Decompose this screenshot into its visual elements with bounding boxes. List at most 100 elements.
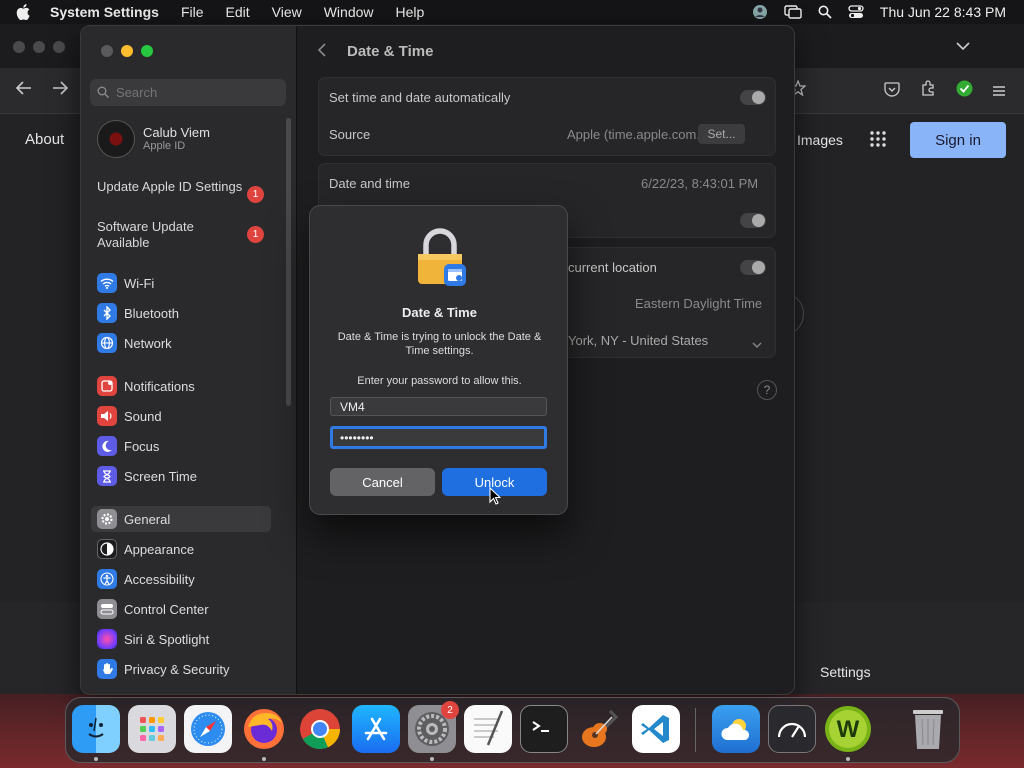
location-label: current location [568, 260, 657, 275]
chrome-icon[interactable] [296, 705, 344, 753]
dialog-message: Date & Time is trying to unlock the Date… [337, 331, 542, 357]
hand-icon [97, 659, 117, 679]
tab-list-chevron-icon[interactable] [956, 35, 970, 56]
sidebar-item-control-center[interactable]: Control Center [91, 596, 271, 622]
forward-arrow-icon[interactable] [51, 80, 69, 101]
browser-minimize-dot[interactable] [33, 41, 45, 53]
sidebar-item-label: Appearance [124, 541, 195, 557]
vscode-icon[interactable] [632, 705, 680, 753]
activity-gauge-icon[interactable] [768, 705, 816, 753]
notice-update-apple-id[interactable]: Update Apple ID Settings [97, 179, 247, 195]
auto-time-label: Set time and date automatically [329, 90, 511, 105]
textedit-icon[interactable] [464, 705, 512, 753]
screen-mirroring-icon[interactable] [784, 5, 802, 19]
cancel-button[interactable]: Cancel [330, 468, 435, 496]
password-field[interactable] [330, 426, 547, 449]
app-store-icon[interactable] [352, 705, 400, 753]
help-button[interactable]: ? [757, 380, 777, 400]
firefox-icon[interactable] [240, 705, 288, 753]
sidebar-item-label: Wi-Fi [124, 275, 155, 291]
sidebar-item-bluetooth[interactable]: Bluetooth [91, 300, 271, 326]
webroot-w-icon[interactable]: W [824, 705, 872, 753]
siri-icon [97, 629, 117, 649]
back-arrow-icon[interactable] [15, 80, 33, 101]
terminal-icon[interactable] [520, 705, 568, 753]
sidebar-item-general[interactable]: General [91, 506, 271, 532]
menu-view[interactable]: View [272, 4, 302, 20]
hamburger-menu-icon[interactable] [992, 81, 1006, 102]
source-value: Apple (time.apple.com.) [567, 127, 705, 142]
user-name[interactable]: Calub Viem [143, 125, 210, 140]
menu-window[interactable]: Window [324, 4, 374, 20]
avatar[interactable] [97, 120, 135, 158]
browser-zoom-dot[interactable] [53, 41, 65, 53]
sidebar-item-sound[interactable]: Sound [91, 403, 271, 429]
sidebar-item-label: Notifications [124, 378, 195, 394]
hourglass-icon [97, 466, 117, 486]
sidebar-item-network[interactable]: Network [91, 330, 271, 356]
account-check-icon[interactable] [956, 80, 973, 102]
source-label: Source [329, 127, 371, 142]
sign-in-button[interactable]: Sign in [910, 122, 1006, 158]
date-time-toggle[interactable] [740, 213, 766, 228]
running-indicator [94, 757, 98, 761]
browser-close-dot[interactable] [13, 41, 25, 53]
back-chevron-icon[interactable] [317, 41, 327, 62]
menu-clock[interactable]: Thu Jun 22 8:43 PM [880, 4, 1006, 20]
username-field[interactable] [330, 397, 547, 416]
apps-grid-icon[interactable] [869, 130, 887, 153]
sidebar-item-siri-spotlight[interactable]: Siri & Spotlight [91, 626, 271, 652]
sidebar-item-label: Control Center [124, 601, 209, 617]
user-apple-id-label: Apple ID [143, 140, 186, 152]
sidebar-scrollbar[interactable] [286, 118, 291, 406]
menu-edit[interactable]: Edit [226, 4, 250, 20]
auto-time-group: Set time and date automatically Source A… [318, 77, 776, 156]
menu-help[interactable]: Help [396, 4, 425, 20]
sidebar-item-notifications[interactable]: Notifications [91, 373, 271, 399]
apple-menu-icon[interactable] [16, 4, 36, 20]
sidebar-search-input[interactable] [90, 79, 286, 106]
globe-icon [97, 333, 117, 353]
window-zoom-button[interactable] [141, 45, 153, 57]
bell-icon [97, 376, 117, 396]
source-set-button[interactable]: Set... [698, 124, 745, 144]
dock-separator [695, 708, 696, 752]
window-close-button[interactable] [101, 45, 113, 57]
sidebar-item-focus[interactable]: Focus [91, 433, 271, 459]
settings-sidebar: Calub Viem Apple ID Update Apple ID Sett… [81, 26, 296, 694]
garageband-icon[interactable] [576, 705, 624, 753]
date-time-value: 6/22/23, 8:43:01 PM [641, 176, 759, 191]
location-toggle[interactable] [740, 260, 766, 275]
pocket-icon[interactable] [884, 81, 900, 102]
footer-settings-link[interactable]: Settings [820, 664, 871, 680]
images-link[interactable]: Images [797, 132, 843, 148]
menu-file[interactable]: File [181, 4, 204, 20]
notice-software-update[interactable]: Software Update Available [97, 219, 247, 251]
control-center-menu-icon[interactable] [848, 5, 864, 19]
launchpad-icon[interactable] [128, 705, 176, 753]
menu-bar: System Settings File Edit View Window He… [0, 0, 1024, 24]
search-icon [97, 85, 110, 103]
menu-app-name[interactable]: System Settings [50, 4, 159, 20]
auto-time-toggle[interactable] [740, 90, 766, 105]
extensions-puzzle-icon[interactable] [920, 80, 936, 101]
sidebar-item-wifi[interactable]: Wi-Fi [91, 270, 271, 296]
chevron-down-icon[interactable] [752, 336, 762, 354]
about-link[interactable]: About [25, 131, 64, 148]
sidebar-item-appearance[interactable]: Appearance [91, 536, 271, 562]
unlock-dialog: Date & Time Date & Time is trying to unl… [309, 205, 568, 515]
sidebar-item-label: General [124, 511, 171, 527]
sidebar-item-label: Privacy & Security [124, 661, 230, 677]
mouse-pointer-icon [489, 486, 502, 510]
sidebar-item-accessibility[interactable]: Accessibility [91, 566, 271, 592]
trash-icon[interactable] [904, 705, 952, 753]
finder-icon[interactable] [72, 705, 120, 753]
user-switch-icon[interactable] [752, 4, 768, 20]
window-minimize-button[interactable] [121, 45, 133, 57]
sidebar-item-screen-time[interactable]: Screen Time [91, 463, 271, 489]
sidebar-item-privacy-security[interactable]: Privacy & Security [91, 656, 271, 682]
safari-icon[interactable] [184, 705, 232, 753]
closest-city-value[interactable]: York, NY - United States [568, 333, 708, 348]
weather-icon[interactable] [712, 705, 760, 753]
spotlight-search-icon[interactable] [818, 5, 832, 19]
